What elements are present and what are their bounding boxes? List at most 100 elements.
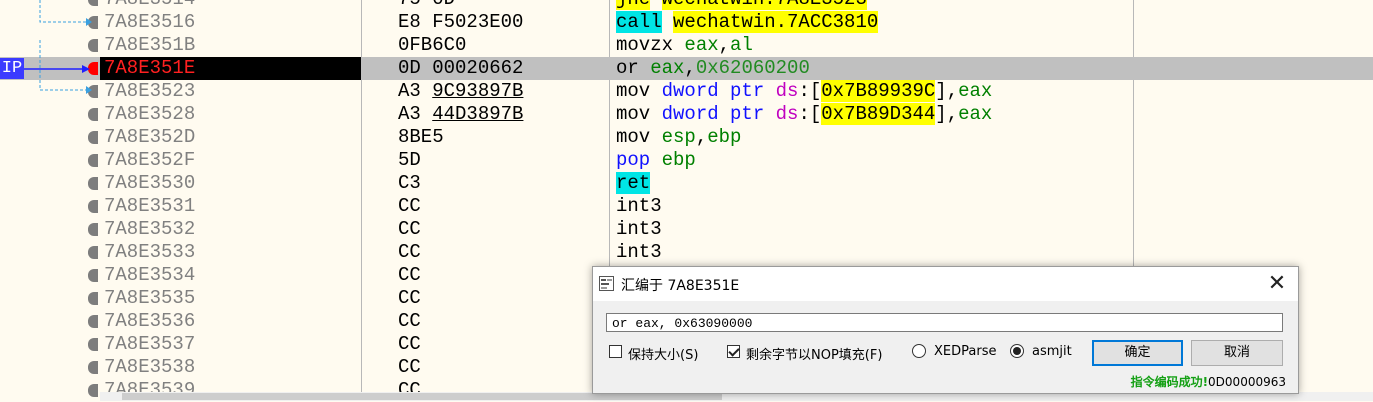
row-instruction: pop ebp (616, 149, 696, 172)
row-instruction: int3 (616, 218, 662, 241)
row-bytes: CC (398, 241, 421, 263)
row-bytes: 0FB6C0 (398, 34, 467, 56)
xedparse-label[interactable]: XEDParse (934, 344, 996, 359)
jump-arrow-line (39, 0, 86, 23)
instruction-token: mov (616, 80, 662, 102)
row-bytes: CC (398, 287, 421, 309)
row-address: 7A8E3523 (104, 80, 196, 102)
row-address: 7A8E3534 (104, 264, 196, 286)
instruction-token: esp (661, 126, 696, 148)
disasm-row[interactable]: 7A8E3533 CC int3 (0, 241, 1373, 264)
row-address: 7A8E351B (104, 34, 196, 56)
row-instruction: jne wechatwin.7A8E3523 (616, 0, 867, 11)
row-instruction: mov dword ptr ds:[0x7B89D344],eax (616, 103, 992, 126)
instruction-token: :[ (798, 80, 822, 102)
instruction-input[interactable]: or eax, 0x63090000 (606, 313, 1283, 332)
instruction-token: ebp (661, 149, 696, 171)
cancel-button[interactable]: 取消 (1191, 340, 1283, 366)
instruction-token: wechatwin.7A8E3523 (661, 0, 867, 10)
instruction-token: int3 (616, 241, 662, 263)
instruction-token: ebp (707, 126, 742, 148)
row-instruction: movzx eax,al (616, 34, 753, 57)
instruction-token: ds (775, 80, 799, 102)
keep-size-checkbox[interactable] (609, 345, 622, 358)
row-address: 7A8E3533 (104, 241, 196, 263)
row-address: 7A8E3531 (104, 195, 196, 217)
instruction-token: call (616, 11, 662, 33)
status-message: 指令编码成功! (1130, 375, 1209, 389)
instruction-token: int3 (616, 218, 662, 240)
row-bytes: CC (398, 218, 421, 240)
close-button[interactable]: ✕ (1264, 270, 1290, 298)
instruction-token: 0x62060200 (695, 57, 810, 79)
row-bytes: 75 0D (398, 0, 455, 11)
instruction-token: , (695, 126, 708, 148)
instruction-token: ret (616, 172, 651, 194)
row-bytes: A3 44D3897B (398, 103, 523, 126)
row-bytes: E8 F5023E00 (398, 11, 524, 33)
jump-arrow-head (86, 18, 92, 26)
row-address: 7A8E3537 (104, 333, 196, 355)
row-address: 7A8E3516 (104, 11, 196, 33)
xedparse-radio[interactable] (912, 344, 926, 358)
dialog-titlebar[interactable]: 汇编于 7A8E351E ✕ (593, 267, 1298, 301)
row-address: 7A8E3514 (104, 0, 195, 11)
row-bytes: 5D (398, 149, 421, 171)
disasm-row[interactable]: 7A8E3532 CC int3 (0, 218, 1373, 241)
disasm-row[interactable]: 7A8E3530 C3 ret (0, 172, 1373, 195)
row-address: 7A8E352D (104, 126, 196, 148)
row-instruction: or eax,0x62060200 (616, 57, 810, 80)
disasm-row[interactable]: 7A8E3514 75 0D jne wechatwin.7A8E3523 (0, 0, 1373, 11)
row-address: 7A8E3536 (104, 310, 196, 332)
ok-button[interactable]: 确定 (1092, 340, 1183, 366)
row-instruction: call wechatwin.7ACC3810 (616, 11, 879, 34)
disasm-row[interactable]: 7A8E3523 A3 9C93897B mov dword ptr ds:[0x7… (0, 80, 1373, 103)
instruction-token: ], (935, 103, 959, 125)
asmjit-radio[interactable] (1010, 344, 1024, 358)
encode-status: 指令编码成功!0D00000963 (1131, 373, 1286, 390)
row-address: 7A8E351E (100, 57, 361, 80)
instruction-token: dword ptr (661, 103, 776, 125)
row-instruction: int3 (616, 241, 662, 264)
jump-arrow-head (86, 86, 92, 94)
instruction-token: dword ptr (661, 80, 776, 102)
disasm-row[interactable]: 7A8E351E 0D 00020662 or eax,0x62060200 (0, 57, 1373, 80)
asmjit-label[interactable]: asmjit (1032, 344, 1072, 359)
row-instruction: mov esp,ebp (616, 126, 741, 149)
instruction-token: wechatwin.7ACC3810 (673, 11, 879, 33)
instruction-token: ], (935, 80, 959, 102)
row-address: 7A8E3535 (104, 287, 196, 309)
row-instruction: mov dword ptr ds:[0x7B89939C],eax (616, 80, 992, 103)
instruction-token: 0x7B89939C (821, 80, 936, 102)
row-bytes: 8BE5 (398, 126, 444, 148)
row-bytes: CC (398, 310, 421, 332)
instruction-token: 0x7B89D344 (821, 103, 936, 125)
row-bytes: CC (398, 356, 421, 378)
row-address: 7A8E3530 (104, 172, 196, 194)
disasm-row[interactable]: 7A8E352F 5D pop ebp (0, 149, 1373, 172)
instruction-token (662, 11, 673, 33)
row-bytes: CC (398, 333, 421, 355)
instruction-token: al (730, 34, 753, 56)
row-bytes: C3 (398, 172, 421, 194)
fill-nop-checkbox[interactable] (727, 345, 740, 358)
disasm-row[interactable]: 7A8E3531 CC int3 (0, 195, 1373, 218)
disasm-row[interactable]: 7A8E351B 0FB6C0 movzx eax,al (0, 34, 1373, 57)
jump-arrow-line (39, 40, 86, 91)
keep-size-label[interactable]: 保持大小(S) (628, 344, 698, 363)
instruction-token: mov (616, 126, 662, 148)
fill-nop-label[interactable]: 剩余字节以NOP填充(F) (746, 344, 882, 363)
instruction-token: :[ (798, 103, 822, 125)
row-bytes: CC (398, 264, 421, 286)
disasm-row[interactable]: 7A8E3516 E8 F5023E00 call wechatwin.7ACC38… (0, 11, 1373, 34)
instruction-token: pop (616, 149, 651, 171)
instruction-token: or (616, 57, 651, 79)
scrollbar-thumb[interactable] (122, 393, 722, 400)
row-address: 7A8E3528 (104, 103, 196, 125)
instruction-token: eax (958, 80, 993, 102)
dialog-title: 汇编于 7A8E351E (621, 278, 740, 294)
row-bytes: CC (398, 195, 421, 217)
disasm-row[interactable]: 7A8E352D 8BE5 mov esp,ebp (0, 126, 1373, 149)
status-code: 0D00000963 (1208, 375, 1286, 389)
disasm-row[interactable]: 7A8E3528 A3 44D3897B mov dword ptr ds:[0x7… (0, 103, 1373, 126)
